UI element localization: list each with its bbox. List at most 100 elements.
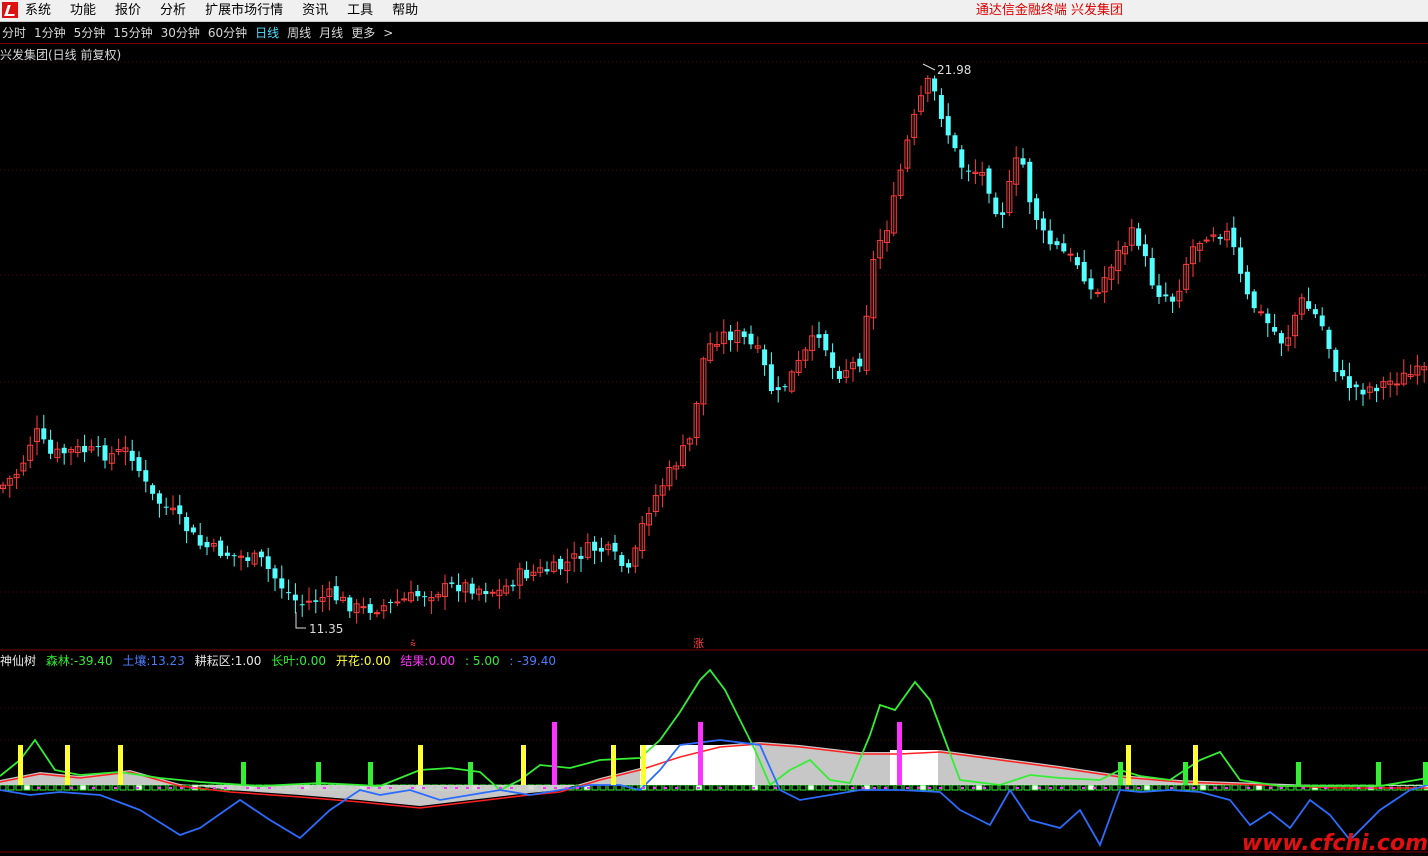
fruit-dot bbox=[422, 787, 425, 789]
candle-body bbox=[1258, 311, 1264, 314]
candle-body bbox=[1238, 247, 1244, 274]
flower-bar bbox=[418, 745, 423, 785]
fruit-dot bbox=[1126, 787, 1129, 789]
candle-body bbox=[1319, 315, 1325, 327]
flower-bar bbox=[118, 745, 123, 785]
fruit-dot bbox=[917, 787, 920, 789]
fruit-dot bbox=[829, 787, 832, 789]
candle-body bbox=[578, 555, 584, 559]
candle-body bbox=[95, 446, 101, 448]
candle-body bbox=[333, 586, 339, 601]
candle-body bbox=[952, 135, 958, 149]
baseline-cell bbox=[831, 784, 839, 791]
candle-body bbox=[1374, 387, 1380, 392]
baseline-cell bbox=[79, 784, 87, 791]
legend-forest: 森林:-39.40 bbox=[45, 654, 113, 668]
fruit-dot bbox=[961, 787, 964, 789]
candle-body bbox=[367, 604, 373, 613]
candle-body bbox=[1000, 212, 1006, 215]
fruit-dot bbox=[1038, 787, 1041, 789]
baseline-cell bbox=[1175, 784, 1183, 791]
baseline-cell bbox=[1023, 784, 1031, 791]
fruit-dot bbox=[862, 787, 865, 789]
candle-body bbox=[489, 591, 496, 594]
candle-body bbox=[156, 493, 162, 504]
candle-body bbox=[265, 556, 271, 569]
leaf-bar bbox=[368, 762, 373, 785]
legend-soil: 土壤:13.23 bbox=[122, 654, 185, 668]
baseline-cell bbox=[1143, 784, 1151, 791]
candle-body bbox=[41, 428, 47, 440]
candle-body bbox=[592, 541, 598, 551]
watermark: www.cfchi.com bbox=[1241, 831, 1428, 856]
baseline-cell bbox=[47, 784, 55, 791]
fruit-bar bbox=[552, 722, 557, 785]
legend-extra-2: : -39.40 bbox=[509, 654, 556, 668]
baseline-cell bbox=[679, 784, 687, 791]
candle-body bbox=[272, 568, 278, 579]
fruit-dot bbox=[1049, 787, 1052, 789]
candle-body bbox=[231, 555, 237, 557]
flower-bar bbox=[641, 745, 646, 785]
candle-body bbox=[1217, 236, 1223, 239]
fruit-dot bbox=[1269, 787, 1272, 789]
low-pointer bbox=[295, 612, 306, 629]
candle-body bbox=[1067, 253, 1074, 256]
candle-body bbox=[374, 612, 380, 615]
candle-body bbox=[224, 552, 230, 556]
baseline-cell bbox=[1063, 784, 1071, 791]
baseline-cell bbox=[815, 784, 823, 791]
candle-body bbox=[129, 450, 135, 461]
baseline-cell bbox=[767, 784, 775, 791]
fruit-dot bbox=[565, 787, 568, 789]
baseline-cell bbox=[919, 784, 927, 791]
baseline-cell bbox=[1031, 784, 1039, 791]
candle-body bbox=[1326, 329, 1332, 350]
baseline-cell bbox=[39, 784, 47, 791]
fruit-dot bbox=[169, 787, 172, 789]
fruit-dot bbox=[1093, 787, 1096, 789]
price-chart[interactable]: 21.98 11.35 涨 ⩯ bbox=[0, 0, 1428, 856]
fruit-dot bbox=[653, 787, 656, 789]
fruit-bar bbox=[698, 722, 703, 785]
candle-body bbox=[415, 591, 421, 597]
fruit-dot bbox=[224, 787, 227, 789]
fruit-dot bbox=[323, 787, 326, 789]
candle-body bbox=[1346, 376, 1352, 389]
fruit-dot bbox=[444, 787, 447, 789]
candle-body bbox=[1265, 313, 1271, 324]
candle-body bbox=[388, 602, 394, 604]
fruit-dot bbox=[1390, 787, 1393, 789]
fruit-dot bbox=[928, 787, 931, 789]
candle-body bbox=[218, 540, 224, 556]
legend-flower: 开花:0.00 bbox=[335, 654, 391, 668]
baseline-cell bbox=[807, 784, 815, 791]
candle-body bbox=[1040, 218, 1046, 231]
fruit-dot bbox=[884, 787, 887, 789]
baseline-cell bbox=[799, 784, 807, 791]
candle-body bbox=[422, 596, 428, 598]
flower-bar bbox=[611, 745, 616, 785]
candle-body bbox=[1203, 239, 1210, 242]
baseline-cell bbox=[943, 784, 951, 791]
baseline-cell bbox=[655, 784, 663, 791]
candle-body bbox=[1306, 301, 1312, 309]
legend-fruit: 结果:0.00 bbox=[400, 654, 456, 668]
candle-body bbox=[150, 485, 156, 494]
candle-body bbox=[558, 558, 564, 570]
candlesticks bbox=[0, 75, 1428, 624]
candle-body bbox=[456, 584, 462, 592]
candle-body bbox=[1394, 383, 1400, 386]
fruit-dot bbox=[455, 787, 458, 789]
legend-extra-1: : 5.00 bbox=[465, 654, 500, 668]
baseline-cell bbox=[1183, 784, 1191, 791]
fruit-dot bbox=[972, 787, 975, 789]
candle-body bbox=[1170, 296, 1176, 302]
fruit-dot bbox=[367, 787, 370, 789]
candle-body bbox=[966, 170, 972, 172]
legend-cultivate: 耕耘区:1.00 bbox=[194, 654, 262, 668]
candle-body bbox=[394, 601, 401, 604]
fruit-dot bbox=[477, 787, 480, 789]
fruit-dot bbox=[1214, 787, 1217, 789]
baseline-cell bbox=[95, 784, 103, 791]
